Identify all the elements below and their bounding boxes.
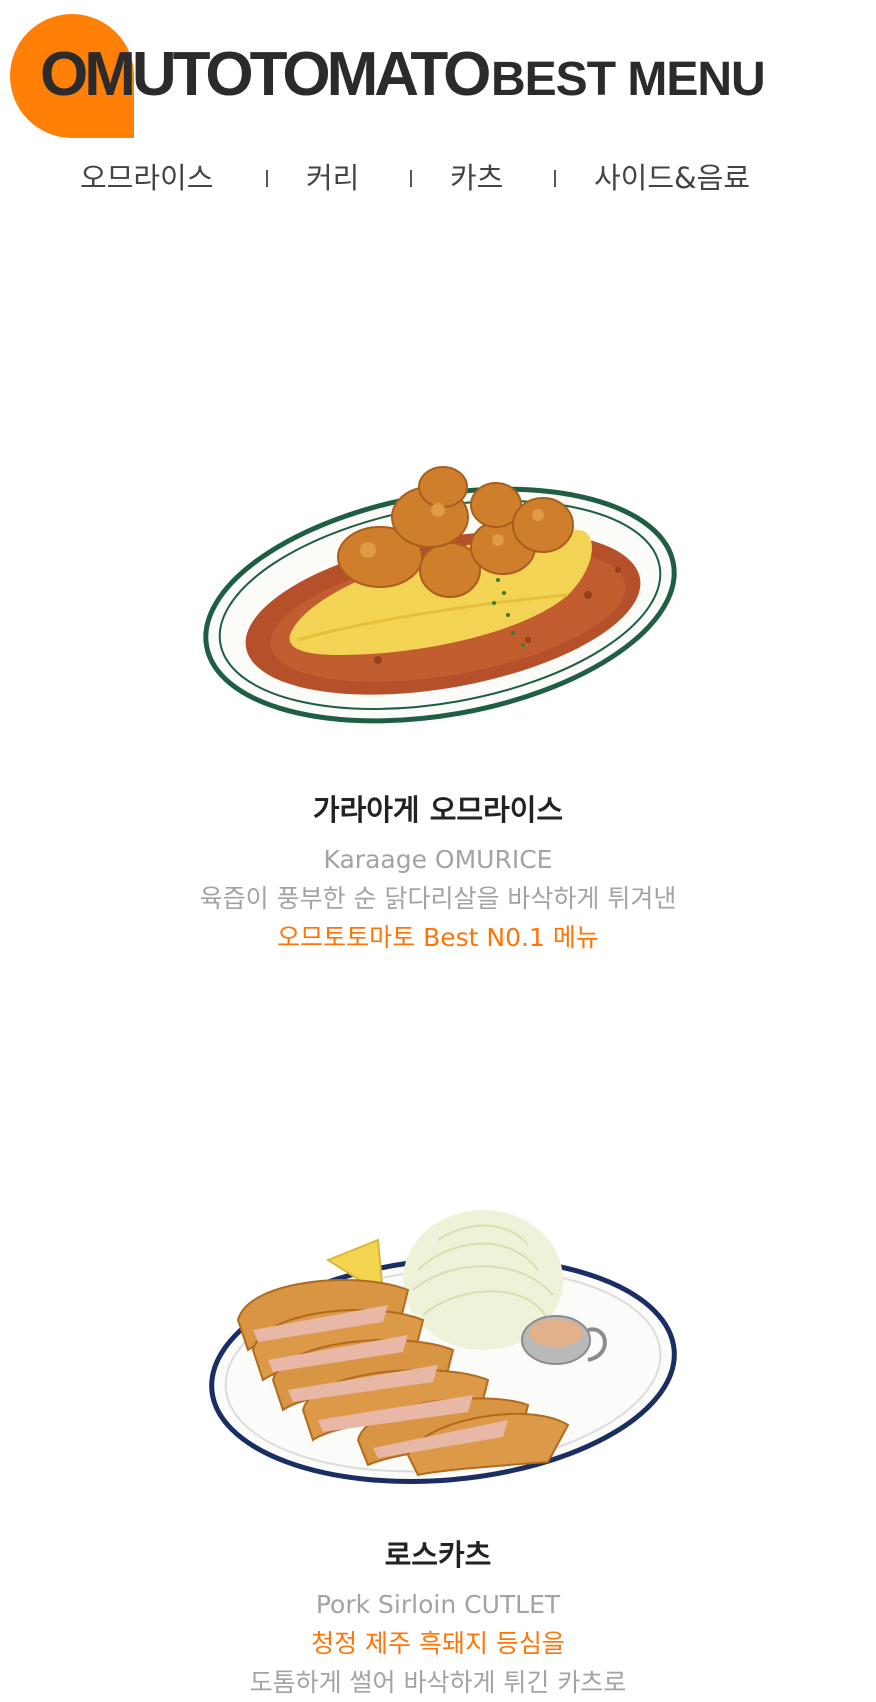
menu-item-description: 도톰하게 썰어 바삭하게 튀긴 카츠로: [249, 1668, 627, 1697]
menu-item-karaage-omurice: 가라아게 오므라이스 Karaage OMURICE 육즙이 풍부한 순 닭다리…: [0, 0, 876, 980]
menu-item-name: 가라아게 오므라이스: [312, 793, 564, 827]
menu-item-name: 로스카츠: [384, 1538, 492, 1572]
pork-cutlet-image: [209, 1210, 677, 1484]
menu-item-pork-sirloin-cutlet: 로스카츠 Pork Sirloin CUTLET 청정 제주 흑돼지 등심을 도…: [0, 1180, 876, 1699]
menu-item-english-name: Karaage OMURICE: [323, 845, 553, 874]
menu-item-highlight: 오므토토마토 Best N0.1 메뉴: [277, 923, 599, 952]
menu-item-english-name: Pork Sirloin CUTLET: [315, 1590, 561, 1619]
karaage-omurice-image: [203, 466, 677, 724]
menu-item-highlight: 청정 제주 흑돼지 등심을: [311, 1629, 565, 1658]
menu-item-description: 육즙이 풍부한 순 닭다리살을 바삭하게 튀겨낸: [199, 884, 677, 913]
